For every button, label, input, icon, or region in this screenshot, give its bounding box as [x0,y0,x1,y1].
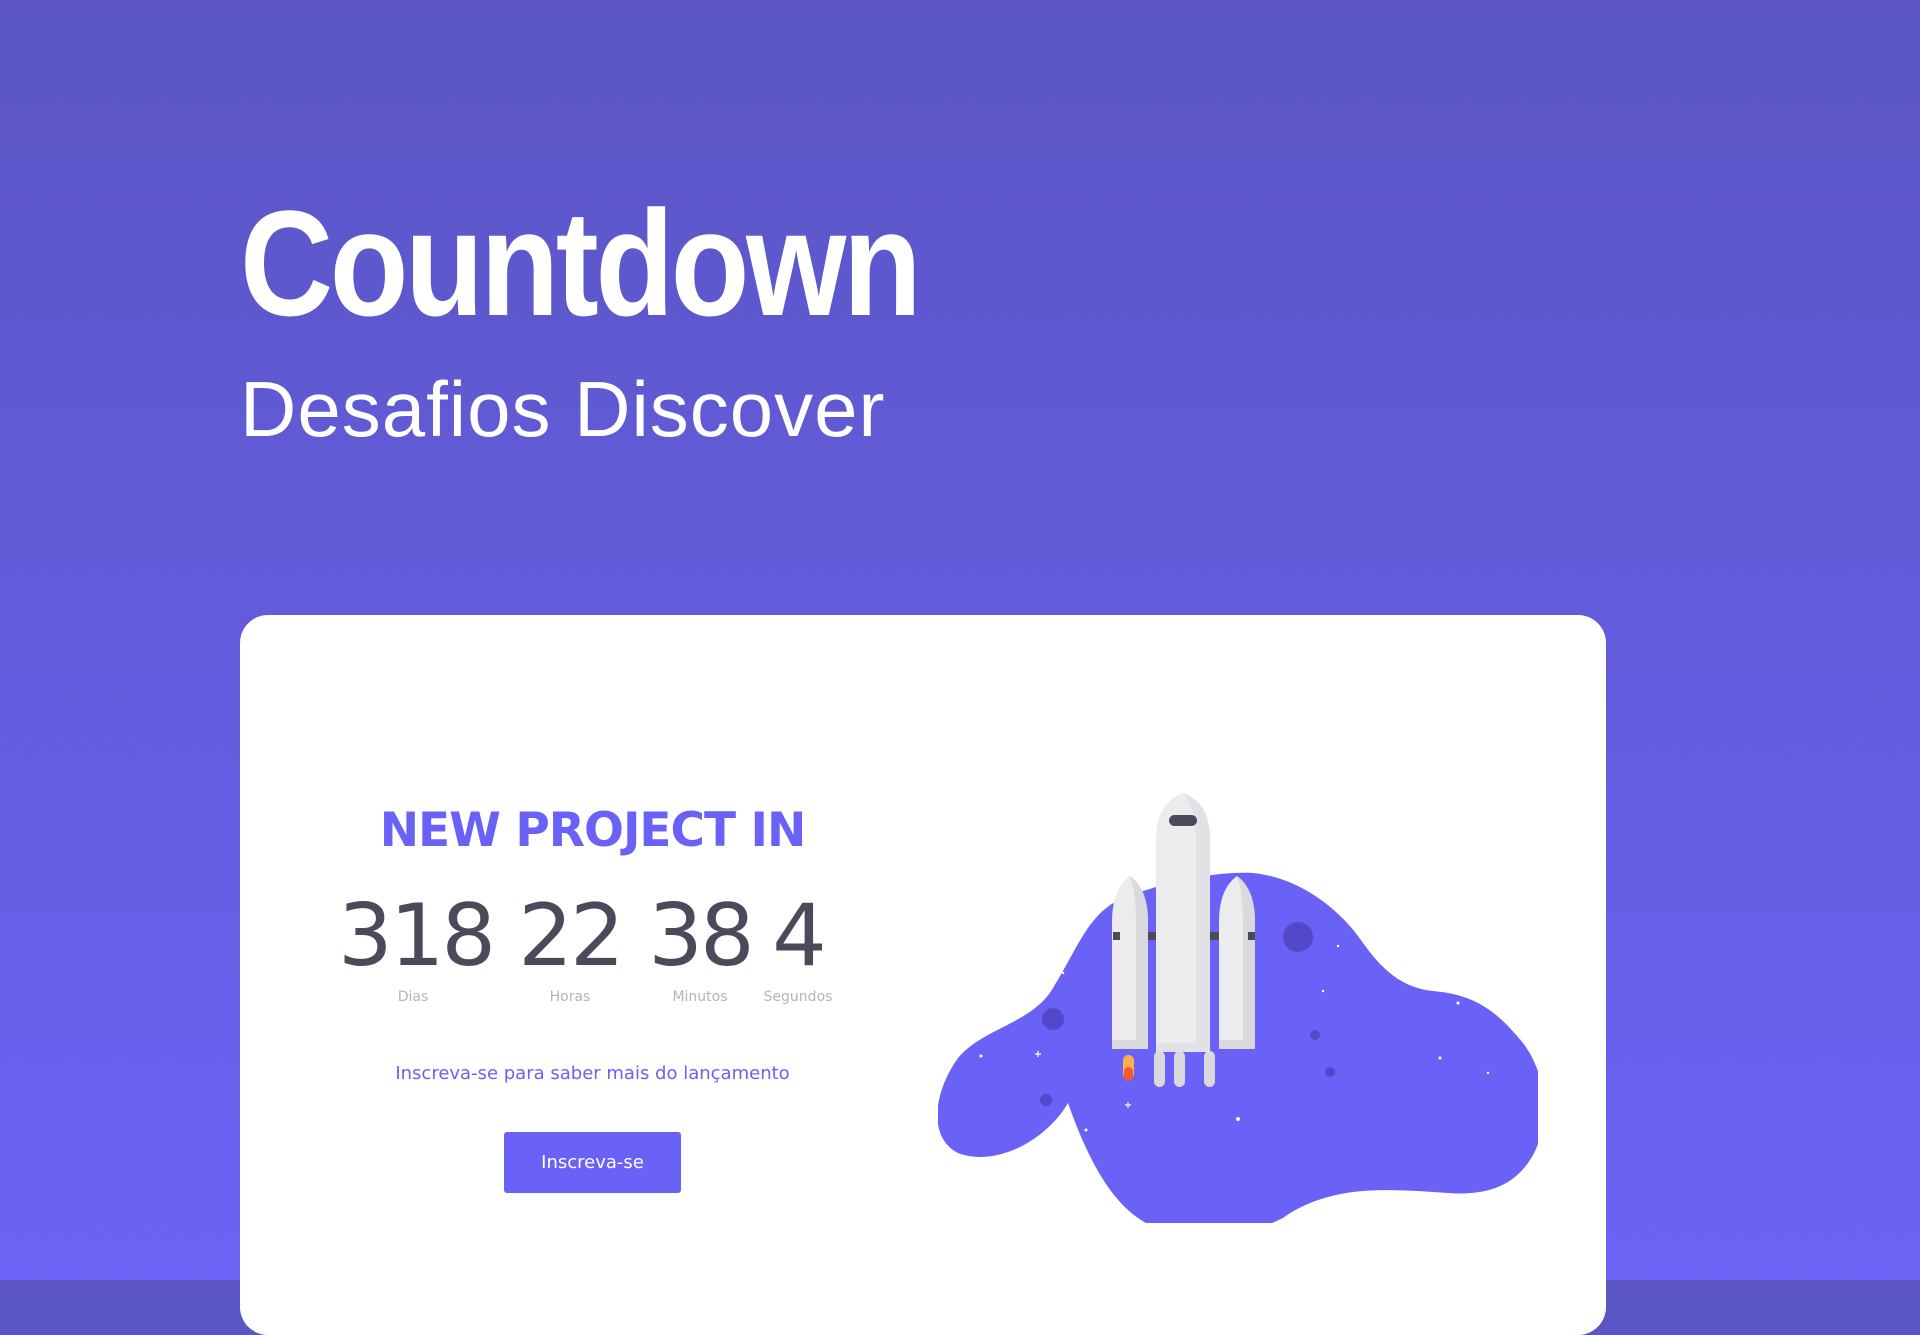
countdown-timer: 318 Dias 22 Horas 38 Minutos 4 Segundos [240,615,945,1035]
rocket-launch-illustration [938,793,1538,1223]
countdown-hours: 22 Horas [495,891,645,1005]
hours-label: Horas [549,989,591,1005]
page-subtitle: Desafios Discover [240,365,886,453]
page-title: Countdown [240,179,922,347]
hours-value: 22 [518,886,624,986]
subscribe-prompt-text: Inscreva-se para saber mais do lançament… [395,1063,790,1084]
subscribe-button[interactable]: Inscreva-se [504,1132,681,1193]
countdown-card: NEW PROJECT IN 318 Dias 22 Horas 38 Minu… [240,615,1606,1335]
countdown-days: 318 Dias [338,886,496,1005]
countdown-seconds: 4 Segundos [733,891,863,1005]
days-label: Dias [397,989,429,1005]
seconds-label: Segundos [763,989,833,1005]
days-value: 318 [338,886,496,986]
seconds-value: 4 [772,886,827,986]
